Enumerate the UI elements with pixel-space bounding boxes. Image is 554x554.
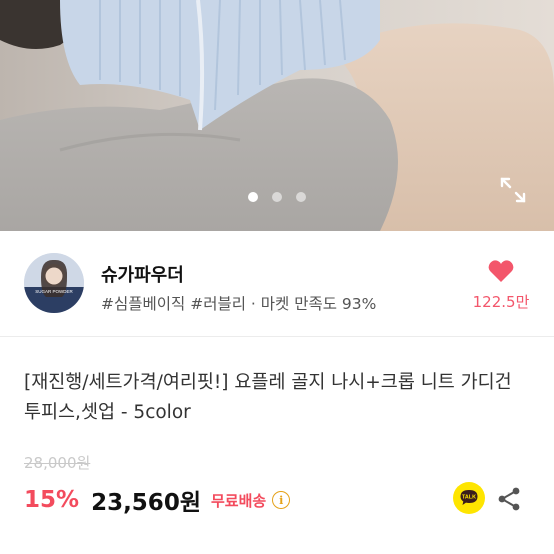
seller-avatar[interactable]: SUGAR POWDER (24, 253, 84, 313)
product-title: [재진행/세트가격/여리핏!] 요플레 골지 나시+크롭 니트 가디건 투피스,… (24, 372, 512, 423)
carousel-dot-2[interactable] (272, 192, 282, 202)
like-button[interactable]: 122.5만 (462, 259, 540, 312)
like-count: 122.5만 (472, 293, 530, 311)
info-icon[interactable]: i (272, 491, 291, 509)
expand-icon[interactable] (499, 176, 527, 204)
free-shipping-label: 무료배송 (210, 491, 267, 510)
discount-rate: 15% (24, 487, 80, 513)
seller-name[interactable]: 슈가파우더 (101, 261, 184, 287)
svg-text:SUGAR POWDER: SUGAR POWDER (35, 289, 73, 294)
sale-price: 23,560원 (91, 490, 201, 516)
carousel-indicator (0, 192, 554, 202)
price-row: 15% 23,560원 무료배송 i (24, 482, 291, 518)
seller-row[interactable]: SUGAR POWDER 슈가파우더 #심플베이직 #러블리 · 마켓 만족도 … (0, 231, 554, 337)
seller-tags: #심플베이직 #러블리 · 마켓 만족도 93% (101, 295, 377, 313)
carousel-dot-1[interactable] (248, 192, 258, 202)
share-icon[interactable] (496, 486, 522, 512)
carousel-dot-3[interactable] (296, 192, 306, 202)
talk-label: TALK (462, 495, 476, 501)
product-image-carousel[interactable] (0, 0, 554, 231)
avatar-image: SUGAR POWDER (24, 253, 84, 313)
original-price: 28,000원 (24, 454, 91, 472)
kakao-talk-icon[interactable]: TALK (453, 482, 485, 514)
heart-icon (488, 260, 514, 282)
